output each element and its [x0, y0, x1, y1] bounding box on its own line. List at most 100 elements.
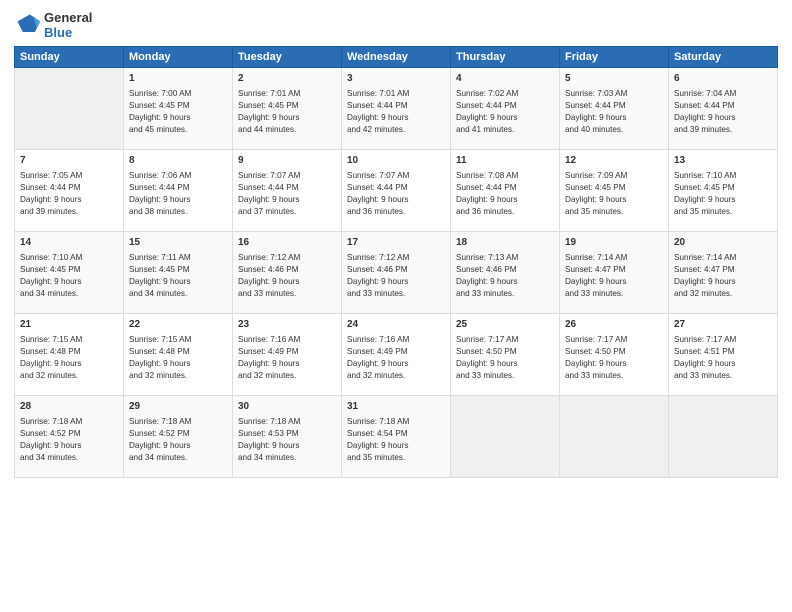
day-number: 20 [674, 236, 772, 250]
page: General Blue SundayMondayTuesdayWednesda… [0, 0, 792, 612]
day-info: Sunrise: 7:10 AM Sunset: 4:45 PM Dayligh… [674, 170, 772, 218]
day-cell: 17 Sunrise: 7:12 AM Sunset: 4:46 PM Dayli… [342, 232, 451, 314]
day-number: 30 [238, 400, 336, 414]
day-number: 23 [238, 318, 336, 332]
day-cell: 7 Sunrise: 7:05 AM Sunset: 4:44 PM Daylig… [15, 150, 124, 232]
day-number: 1 [129, 72, 227, 86]
day-cell: 28 Sunrise: 7:18 AM Sunset: 4:52 PM Dayli… [15, 396, 124, 478]
day-info: Sunrise: 7:18 AM Sunset: 4:52 PM Dayligh… [129, 416, 227, 464]
week-row-2: 7 Sunrise: 7:05 AM Sunset: 4:44 PM Daylig… [15, 150, 778, 232]
day-info: Sunrise: 7:07 AM Sunset: 4:44 PM Dayligh… [347, 170, 445, 218]
day-info: Sunrise: 7:05 AM Sunset: 4:44 PM Dayligh… [20, 170, 118, 218]
day-cell: 31 Sunrise: 7:18 AM Sunset: 4:54 PM Dayli… [342, 396, 451, 478]
day-cell: 30 Sunrise: 7:18 AM Sunset: 4:53 PM Dayli… [233, 396, 342, 478]
day-number: 16 [238, 236, 336, 250]
day-number: 4 [456, 72, 554, 86]
day-info: Sunrise: 7:15 AM Sunset: 4:48 PM Dayligh… [20, 334, 118, 382]
day-cell: 23 Sunrise: 7:16 AM Sunset: 4:49 PM Dayli… [233, 314, 342, 396]
day-cell: 1 Sunrise: 7:00 AM Sunset: 4:45 PM Daylig… [124, 68, 233, 150]
col-header-thursday: Thursday [451, 47, 560, 68]
day-cell: 18Sunrise: 7:13 AM Sunset: 4:46 PM Dayli… [451, 232, 560, 314]
day-number: 3 [347, 72, 445, 86]
day-info: Sunrise: 7:17 AM Sunset: 4:51 PM Dayligh… [674, 334, 772, 382]
day-info: Sunrise: 7:18 AM Sunset: 4:52 PM Dayligh… [20, 416, 118, 464]
day-cell: 12Sunrise: 7:09 AM Sunset: 4:45 PM Dayli… [560, 150, 669, 232]
logo-text: General Blue [44, 10, 92, 40]
day-number: 28 [20, 400, 118, 414]
day-number: 22 [129, 318, 227, 332]
day-info: Sunrise: 7:02 AM Sunset: 4:44 PM Dayligh… [456, 88, 554, 136]
day-number: 19 [565, 236, 663, 250]
day-number: 2 [238, 72, 336, 86]
day-cell: 19 Sunrise: 7:14 AM Sunset: 4:47 PM Dayli… [560, 232, 669, 314]
day-info: Sunrise: 7:10 AM Sunset: 4:45 PM Dayligh… [20, 252, 118, 300]
day-cell: 5Sunrise: 7:03 AM Sunset: 4:44 PM Daylig… [560, 68, 669, 150]
day-info: Sunrise: 7:08 AM Sunset: 4:44 PM Dayligh… [456, 170, 554, 218]
day-number: 31 [347, 400, 445, 414]
col-header-tuesday: Tuesday [233, 47, 342, 68]
day-number: 8 [129, 154, 227, 168]
day-number: 12 [565, 154, 663, 168]
day-number: 21 [20, 318, 118, 332]
day-number: 9 [238, 154, 336, 168]
day-cell: 29 Sunrise: 7:18 AM Sunset: 4:52 PM Dayli… [124, 396, 233, 478]
day-number: 24 [347, 318, 445, 332]
col-header-monday: Monday [124, 47, 233, 68]
day-info: Sunrise: 7:00 AM Sunset: 4:45 PM Dayligh… [129, 88, 227, 136]
day-number: 27 [674, 318, 772, 332]
logo-icon [14, 11, 42, 39]
day-number: 25 [456, 318, 554, 332]
day-cell: 9 Sunrise: 7:07 AM Sunset: 4:44 PM Daylig… [233, 150, 342, 232]
day-number: 7 [20, 154, 118, 168]
day-info: Sunrise: 7:16 AM Sunset: 4:49 PM Dayligh… [238, 334, 336, 382]
day-number: 29 [129, 400, 227, 414]
day-cell: 15Sunrise: 7:11 AM Sunset: 4:45 PM Dayli… [124, 232, 233, 314]
day-cell: 20Sunrise: 7:14 AM Sunset: 4:47 PM Dayli… [669, 232, 778, 314]
calendar-table: SundayMondayTuesdayWednesdayThursdayFrid… [14, 46, 778, 478]
day-info: Sunrise: 7:11 AM Sunset: 4:45 PM Dayligh… [129, 252, 227, 300]
week-row-3: 14 Sunrise: 7:10 AM Sunset: 4:45 PM Dayli… [15, 232, 778, 314]
day-cell: 27 Sunrise: 7:17 AM Sunset: 4:51 PM Dayli… [669, 314, 778, 396]
day-cell: 14 Sunrise: 7:10 AM Sunset: 4:45 PM Dayli… [15, 232, 124, 314]
day-number: 13 [674, 154, 772, 168]
day-info: Sunrise: 7:17 AM Sunset: 4:50 PM Dayligh… [565, 334, 663, 382]
day-info: Sunrise: 7:07 AM Sunset: 4:44 PM Dayligh… [238, 170, 336, 218]
day-info: Sunrise: 7:12 AM Sunset: 4:46 PM Dayligh… [347, 252, 445, 300]
day-info: Sunrise: 7:14 AM Sunset: 4:47 PM Dayligh… [565, 252, 663, 300]
day-cell [669, 396, 778, 478]
day-info: Sunrise: 7:01 AM Sunset: 4:45 PM Dayligh… [238, 88, 336, 136]
day-number: 6 [674, 72, 772, 86]
day-info: Sunrise: 7:15 AM Sunset: 4:48 PM Dayligh… [129, 334, 227, 382]
day-info: Sunrise: 7:04 AM Sunset: 4:44 PM Dayligh… [674, 88, 772, 136]
day-info: Sunrise: 7:17 AM Sunset: 4:50 PM Dayligh… [456, 334, 554, 382]
day-number: 17 [347, 236, 445, 250]
day-cell: 24 Sunrise: 7:16 AM Sunset: 4:49 PM Dayli… [342, 314, 451, 396]
header: General Blue [14, 10, 778, 40]
day-info: Sunrise: 7:18 AM Sunset: 4:54 PM Dayligh… [347, 416, 445, 464]
day-cell: 2 Sunrise: 7:01 AM Sunset: 4:45 PM Daylig… [233, 68, 342, 150]
logo: General Blue [14, 10, 92, 40]
day-number: 5 [565, 72, 663, 86]
day-info: Sunrise: 7:01 AM Sunset: 4:44 PM Dayligh… [347, 88, 445, 136]
day-cell: 11 Sunrise: 7:08 AM Sunset: 4:44 PM Dayli… [451, 150, 560, 232]
day-cell: 6 Sunrise: 7:04 AM Sunset: 4:44 PM Daylig… [669, 68, 778, 150]
day-info: Sunrise: 7:18 AM Sunset: 4:53 PM Dayligh… [238, 416, 336, 464]
day-cell [15, 68, 124, 150]
col-header-friday: Friday [560, 47, 669, 68]
day-number: 14 [20, 236, 118, 250]
day-info: Sunrise: 7:13 AM Sunset: 4:46 PM Dayligh… [456, 252, 554, 300]
day-info: Sunrise: 7:12 AM Sunset: 4:46 PM Dayligh… [238, 252, 336, 300]
header-row: SundayMondayTuesdayWednesdayThursdayFrid… [15, 47, 778, 68]
day-cell: 22 Sunrise: 7:15 AM Sunset: 4:48 PM Dayli… [124, 314, 233, 396]
day-cell: 3 Sunrise: 7:01 AM Sunset: 4:44 PM Daylig… [342, 68, 451, 150]
week-row-4: 21 Sunrise: 7:15 AM Sunset: 4:48 PM Dayli… [15, 314, 778, 396]
day-cell [451, 396, 560, 478]
day-cell: 21 Sunrise: 7:15 AM Sunset: 4:48 PM Dayli… [15, 314, 124, 396]
day-number: 11 [456, 154, 554, 168]
day-cell: 10Sunrise: 7:07 AM Sunset: 4:44 PM Dayli… [342, 150, 451, 232]
day-info: Sunrise: 7:16 AM Sunset: 4:49 PM Dayligh… [347, 334, 445, 382]
week-row-1: 1 Sunrise: 7:00 AM Sunset: 4:45 PM Daylig… [15, 68, 778, 150]
day-cell: 13 Sunrise: 7:10 AM Sunset: 4:45 PM Dayli… [669, 150, 778, 232]
day-cell: 4 Sunrise: 7:02 AM Sunset: 4:44 PM Daylig… [451, 68, 560, 150]
col-header-sunday: Sunday [15, 47, 124, 68]
